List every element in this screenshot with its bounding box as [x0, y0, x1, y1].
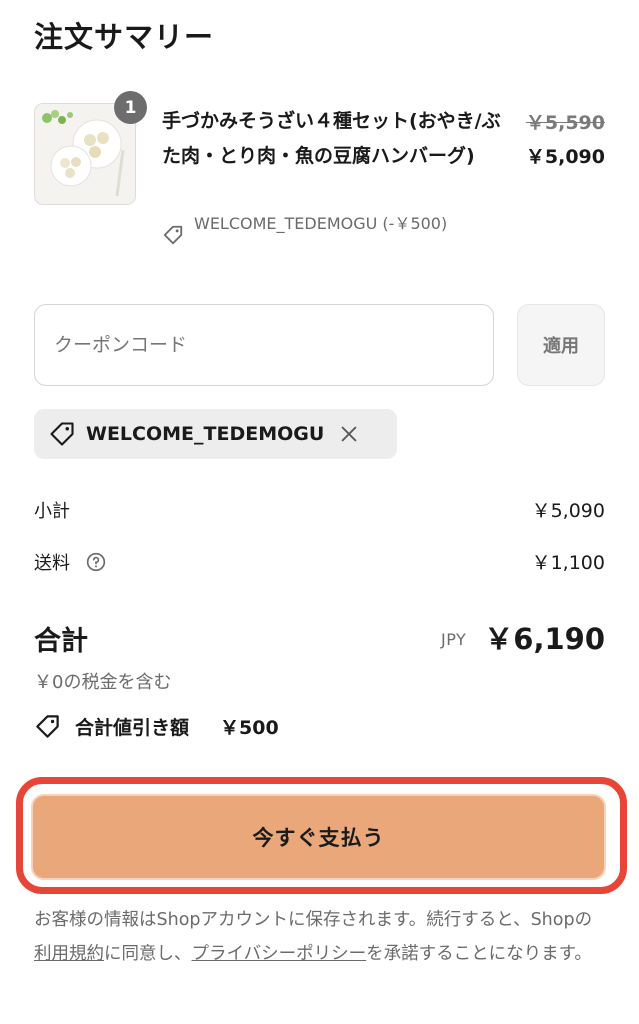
total-savings-label: 合計値引き額 — [75, 717, 190, 739]
currency-code: JPY — [441, 630, 467, 649]
legal-notice: お客様の情報はShopアカウントに保存されます。続行すると、Shopの利用規約に… — [34, 903, 609, 971]
tag-icon — [163, 225, 183, 245]
legal-text-3: を承諾することになります。 — [366, 944, 592, 964]
help-icon[interactable] — [86, 552, 106, 572]
tag-icon — [50, 422, 74, 446]
product-name: 手づかみそうざい４種セット(おやき/ぶた肉・とり肉・魚の豆腐ハンバーグ) — [162, 110, 501, 167]
remove-coupon-icon[interactable] — [338, 423, 360, 445]
shipping-label: 送料 — [34, 553, 70, 574]
apply-coupon-button[interactable]: 適用 — [517, 304, 605, 386]
privacy-policy-link[interactable]: プライバシーポリシー — [192, 944, 367, 964]
total-label: 合計 — [34, 626, 88, 657]
coupon-code-input[interactable] — [34, 304, 494, 386]
legal-text-1: お客様の情報はShopアカウントに保存されます。続行すると、Shopの — [34, 910, 593, 930]
tax-note: ￥0の税金を含む — [34, 672, 172, 693]
applied-coupon-chip: WELCOME_TEDEMOGU — [34, 409, 397, 459]
original-price: ￥5,590 — [525, 112, 605, 134]
savings-tag-icon — [36, 715, 59, 738]
total-savings-value: ￥500 — [220, 717, 279, 739]
order-summary-title: 注文サマリー — [34, 20, 215, 54]
line-item-discount: WELCOME_TEDEMOGU (-￥500) — [194, 214, 448, 233]
discounted-price: ￥5,090 — [525, 146, 605, 168]
legal-text-2: に同意し、 — [104, 944, 192, 964]
subtotal-label: 小計 — [34, 501, 70, 522]
pay-now-button[interactable]: 今すぐ支払う — [31, 794, 606, 880]
applied-coupon-code: WELCOME_TEDEMOGU — [86, 423, 325, 445]
total-value: ￥6,190 — [484, 622, 605, 656]
quantity-badge: 1 — [114, 91, 147, 124]
subtotal-value: ￥5,090 — [531, 500, 605, 522]
terms-link[interactable]: 利用規約 — [34, 944, 104, 964]
shipping-value: ￥1,100 — [531, 552, 605, 574]
